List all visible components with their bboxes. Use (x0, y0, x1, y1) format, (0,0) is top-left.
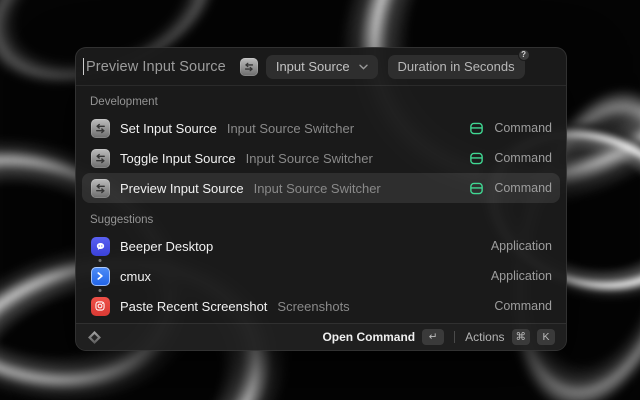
running-indicator (99, 259, 102, 262)
screenshots-icon (90, 296, 110, 316)
item-subtitle: Input Source Switcher (254, 181, 381, 196)
open-command-button[interactable]: Open Command (322, 330, 415, 344)
item-title: Beeper Desktop (120, 239, 213, 254)
argument-placeholder: Duration in Seconds (398, 59, 515, 74)
k-key: K (537, 329, 555, 345)
item-accessory: Application (491, 239, 552, 253)
actions-button[interactable]: Actions (465, 330, 504, 344)
input-source-switcher-icon (90, 148, 110, 168)
input-source-switcher-icon (90, 178, 110, 198)
input-source-switcher-icon (240, 58, 258, 76)
command-palette-window: Preview Input Source Input Source Durati… (75, 47, 567, 351)
duration-argument-field[interactable]: Duration in Seconds ? (388, 55, 525, 79)
cmux-icon (90, 266, 110, 286)
item-subtitle: Input Source Switcher (246, 151, 373, 166)
section-header-development: Development (90, 96, 552, 108)
return-key: ↵ (422, 329, 444, 345)
item-subtitle: Input Source Switcher (227, 121, 354, 136)
item-accessory: Command (494, 121, 552, 135)
item-title: Set Input Source (120, 121, 217, 136)
list-item-preview-input-source-selected[interactable]: Preview Input Source Input Source Switch… (82, 173, 560, 203)
command-icon (469, 151, 484, 166)
item-accessory: Application (491, 269, 552, 283)
item-title: Preview Input Source (120, 181, 244, 196)
action-bar: Open Command ↵ Actions ⌘ K (76, 323, 566, 350)
item-accessory: Command (494, 181, 552, 195)
command-icon (469, 121, 484, 136)
item-title: cmux (120, 269, 151, 284)
item-title: Paste Recent Screenshot (120, 299, 267, 314)
raycast-logo-icon (87, 330, 102, 345)
footer-divider (454, 331, 455, 343)
results-list: Development Set Input Source Input Sourc… (76, 86, 566, 323)
search-input[interactable]: Preview Input Source (86, 59, 226, 75)
item-title: Toggle Input Source (120, 151, 236, 166)
list-item-toggle-input-source[interactable]: Toggle Input Source Input Source Switche… (82, 143, 560, 173)
chevron-down-icon (359, 64, 368, 70)
section-header-suggestions: Suggestions (90, 214, 552, 226)
text-caret (83, 58, 84, 75)
list-item-set-input-source[interactable]: Set Input Source Input Source Switcher C… (82, 113, 560, 143)
list-item-paste-recent-screenshot[interactable]: Paste Recent Screenshot Screenshots Comm… (82, 291, 560, 321)
item-subtitle: Screenshots (277, 299, 349, 314)
item-accessory: Command (494, 151, 552, 165)
dropdown-label: Input Source (276, 59, 350, 74)
cmd-key: ⌘ (512, 329, 531, 345)
command-icon (469, 181, 484, 196)
question-badge: ? (518, 49, 530, 61)
list-item-beeper-desktop[interactable]: Beeper Desktop Application (82, 231, 560, 261)
beeper-desktop-icon (90, 236, 110, 256)
list-item-cmux[interactable]: cmux Application (82, 261, 560, 291)
input-source-dropdown[interactable]: Input Source (266, 55, 378, 79)
input-source-switcher-icon (90, 118, 110, 138)
item-accessory: Command (494, 299, 552, 313)
running-indicator (99, 289, 102, 292)
search-bar: Preview Input Source Input Source Durati… (76, 48, 566, 86)
